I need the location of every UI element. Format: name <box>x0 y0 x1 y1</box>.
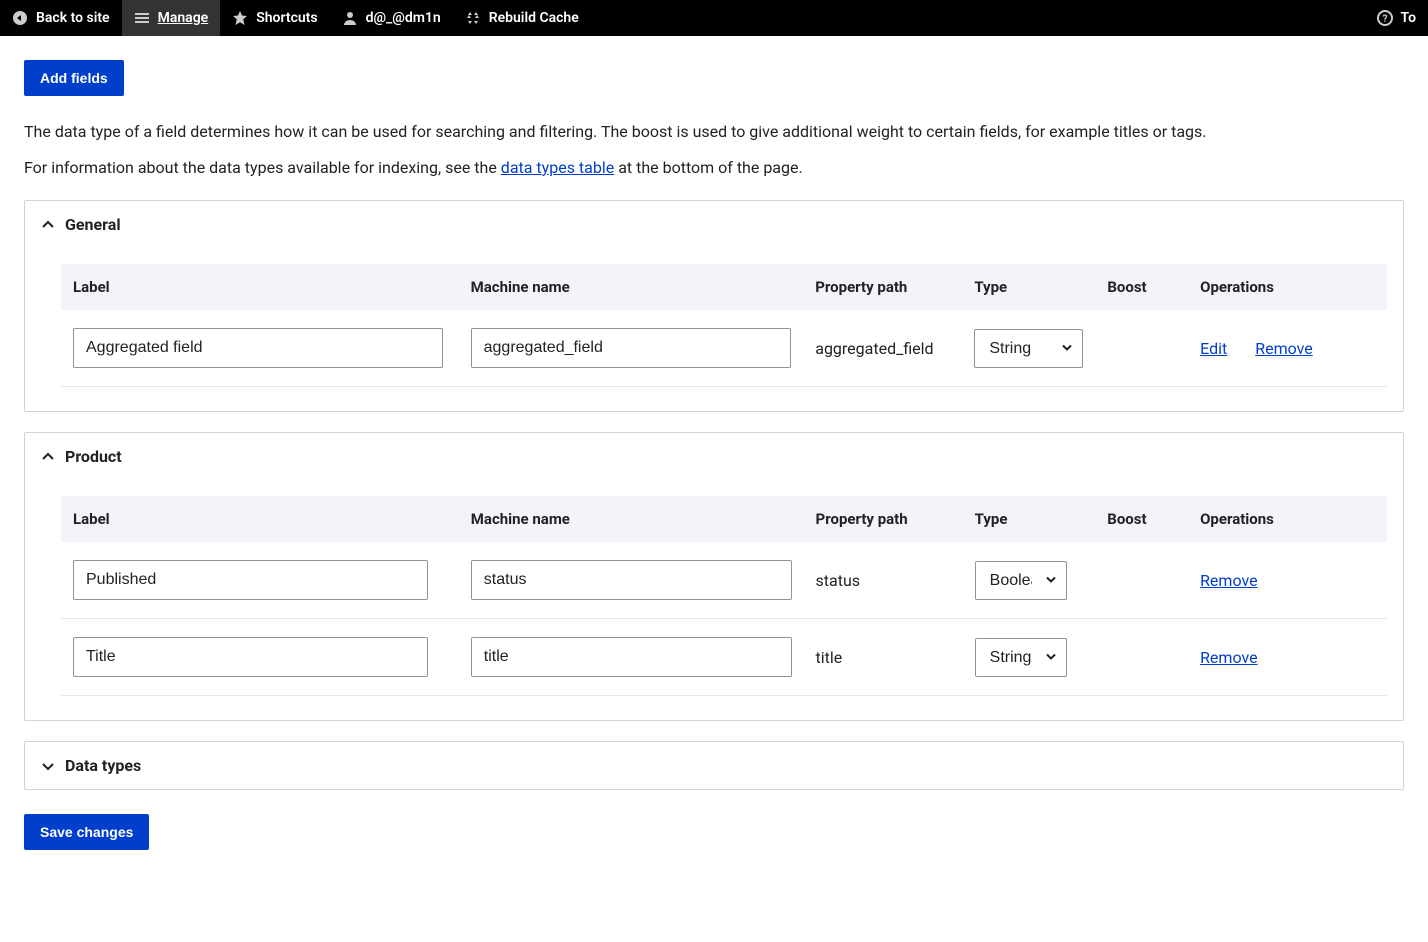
boost-cell <box>1095 619 1188 696</box>
save-changes-button[interactable]: Save changes <box>24 814 149 850</box>
boost-cell <box>1095 310 1188 387</box>
toolbar-back-label: Back to site <box>36 10 110 26</box>
chevron-down-icon <box>41 759 55 773</box>
add-fields-button[interactable]: Add fields <box>24 60 124 96</box>
description-paragraph-1: The data type of a field determines how … <box>24 120 1404 144</box>
section-product-title: Product <box>65 447 122 466</box>
table-row: title StringBooleanIntegerDecimalDateFul… <box>61 619 1387 696</box>
th-boost: Boost <box>1095 264 1188 310</box>
th-label: Label <box>61 264 459 310</box>
toolbar-shortcuts[interactable]: Shortcuts <box>220 0 329 36</box>
th-property-path: Property path <box>804 496 963 542</box>
table-row: aggregated_field StringBooleanIntegerDec… <box>61 310 1387 387</box>
section-general: General Label Machine name Property path… <box>24 200 1404 412</box>
star-icon <box>232 10 248 26</box>
th-property-path: Property path <box>803 264 962 310</box>
toolbar-user[interactable]: d@_@dm1n <box>330 0 453 36</box>
product-fields-table: Label Machine name Property path Type Bo… <box>61 496 1387 696</box>
section-data-types: Data types <box>24 741 1404 790</box>
help-icon: ? <box>1377 10 1393 26</box>
label-input[interactable] <box>73 560 428 600</box>
section-product-body: Label Machine name Property path Type Bo… <box>25 480 1403 720</box>
property-path-cell: aggregated_field <box>803 310 962 387</box>
chevron-up-icon <box>41 218 55 232</box>
th-operations: Operations <box>1188 496 1387 542</box>
property-path-cell: title <box>804 619 963 696</box>
type-select[interactable]: StringBooleanIntegerDecimalDateFulltext <box>975 638 1067 677</box>
section-product-toggle[interactable]: Product <box>25 433 1403 480</box>
desc2-prefix: For information about the data types ava… <box>24 158 501 177</box>
th-type: Type <box>962 264 1095 310</box>
th-type: Type <box>963 496 1096 542</box>
boost-cell <box>1095 542 1188 619</box>
toolbar-shortcuts-label: Shortcuts <box>256 10 317 26</box>
section-general-toggle[interactable]: General <box>25 201 1403 248</box>
desc2-suffix: at the bottom of the page. <box>614 158 802 177</box>
machine-name-input[interactable] <box>471 560 792 600</box>
section-product: Product Label Machine name Property path… <box>24 432 1404 721</box>
machine-name-input[interactable] <box>471 328 792 368</box>
main-content: Add fields The data type of a field dete… <box>0 36 1428 890</box>
th-label: Label <box>61 496 459 542</box>
toolbar-back-to-site[interactable]: Back to site <box>0 0 122 36</box>
toolbar-rebuild-label: Rebuild Cache <box>489 10 579 26</box>
back-icon <box>12 10 28 26</box>
toolbar-manage-label: Manage <box>158 10 209 26</box>
chevron-up-icon <box>41 450 55 464</box>
remove-link[interactable]: Remove <box>1200 648 1258 667</box>
user-icon <box>342 10 358 26</box>
description-paragraph-2: For information about the data types ava… <box>24 156 1404 180</box>
machine-name-input[interactable] <box>471 637 792 677</box>
th-machine-name: Machine name <box>459 496 804 542</box>
general-fields-table: Label Machine name Property path Type Bo… <box>61 264 1387 387</box>
toolbar-tour[interactable]: ? To <box>1365 0 1428 36</box>
hamburger-icon <box>134 10 150 26</box>
th-operations: Operations <box>1188 264 1387 310</box>
section-general-title: General <box>65 215 121 234</box>
type-select[interactable]: StringBooleanIntegerDecimalDateFulltext <box>975 561 1067 600</box>
label-input[interactable] <box>73 328 443 368</box>
table-row: status StringBooleanIntegerDecimalDateFu… <box>61 542 1387 619</box>
section-general-body: Label Machine name Property path Type Bo… <box>25 248 1403 411</box>
remove-link[interactable]: Remove <box>1200 571 1258 590</box>
label-input[interactable] <box>73 637 428 677</box>
remove-link[interactable]: Remove <box>1255 339 1313 358</box>
recycle-icon <box>465 10 481 26</box>
admin-toolbar: Back to site Manage Shortcuts d@_@dm1n R… <box>0 0 1428 36</box>
property-path-cell: status <box>804 542 963 619</box>
section-data-types-toggle[interactable]: Data types <box>25 742 1403 789</box>
svg-text:?: ? <box>1382 14 1387 25</box>
toolbar-rebuild-cache[interactable]: Rebuild Cache <box>453 0 591 36</box>
th-boost: Boost <box>1095 496 1188 542</box>
toolbar-tour-label: To <box>1401 10 1416 26</box>
th-machine-name: Machine name <box>459 264 804 310</box>
type-select[interactable]: StringBooleanIntegerDecimalDateFulltext <box>974 329 1083 368</box>
edit-link[interactable]: Edit <box>1200 339 1227 358</box>
data-types-link[interactable]: data types table <box>501 158 614 177</box>
section-data-types-title: Data types <box>65 756 141 775</box>
toolbar-manage[interactable]: Manage <box>122 0 221 36</box>
toolbar-user-label: d@_@dm1n <box>366 10 441 26</box>
